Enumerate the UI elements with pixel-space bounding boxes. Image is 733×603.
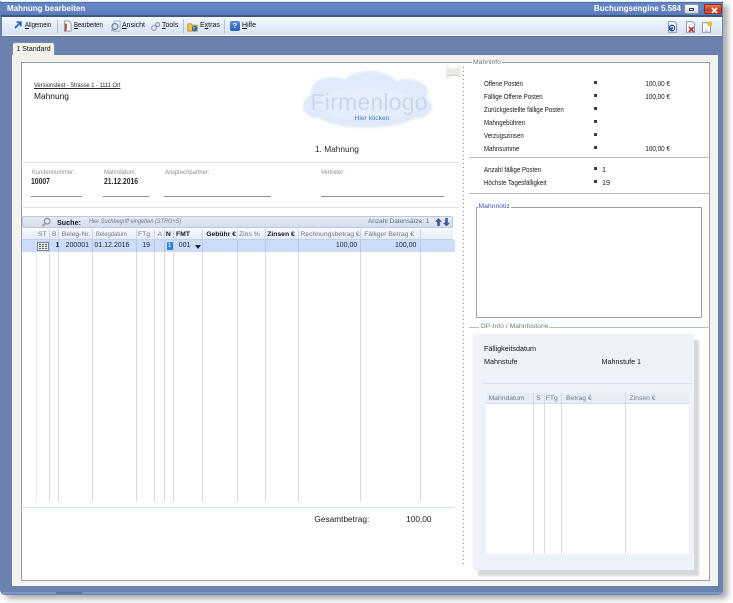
svg-text:Firmenlogo: Firmenlogo — [311, 89, 428, 115]
